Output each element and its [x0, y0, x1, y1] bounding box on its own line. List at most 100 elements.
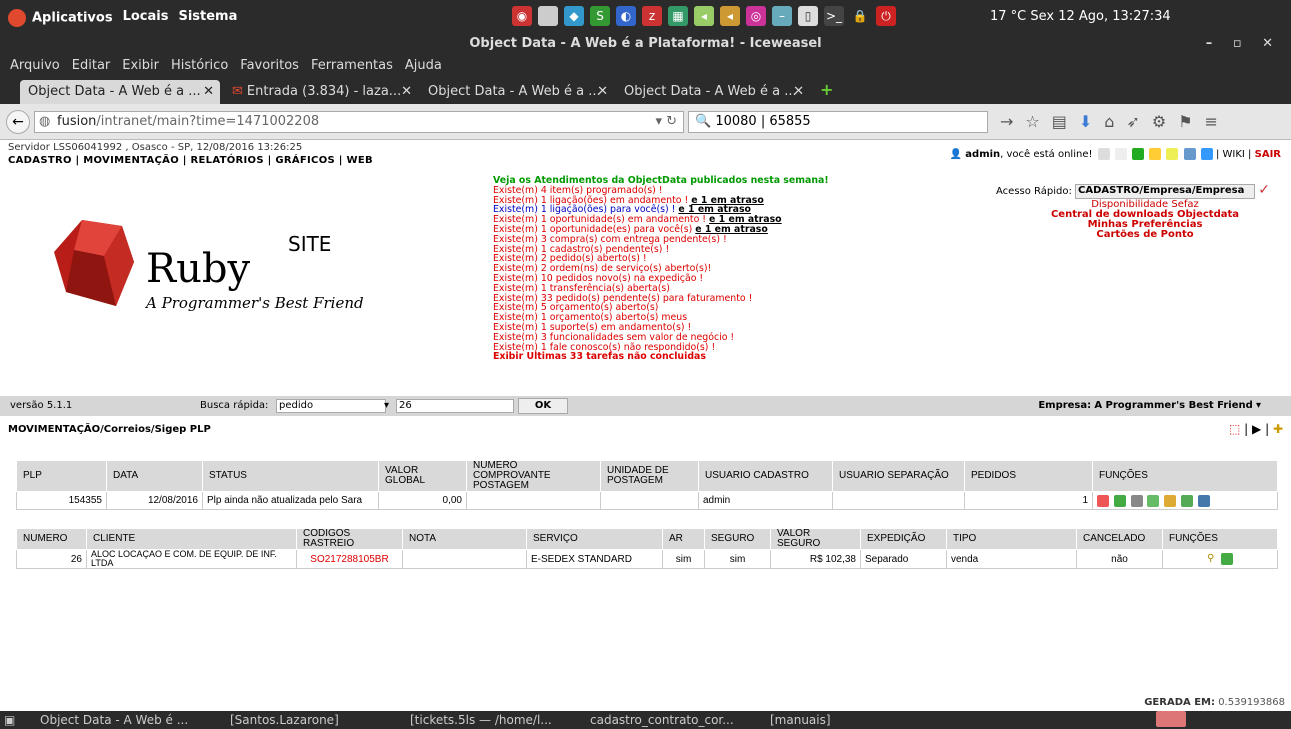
wiki-link[interactable]: | WIKI |: [1216, 149, 1251, 160]
launcher-icon[interactable]: ◂: [694, 6, 714, 26]
menu-exibir[interactable]: Exibir: [122, 58, 159, 73]
tab-object-data-1[interactable]: Object Data - A Web é a ... ✕: [20, 80, 220, 104]
table-row: 26 ALOC LOCAÇAO E COM. DE EQUIP. DE INF.…: [16, 549, 1278, 569]
last-tasks-link[interactable]: Exibir Ultimas 33 tarefas não concluidas: [493, 352, 829, 362]
bulb-icon[interactable]: [1166, 148, 1179, 160]
logout-link[interactable]: SAIR: [1255, 149, 1281, 160]
launcher-icon[interactable]: ◂: [720, 6, 740, 26]
menu-arquivo[interactable]: Arquivo: [10, 58, 60, 73]
col-expedicao: EXPEDIÇÃO: [860, 528, 947, 550]
taskbar-item-manuais[interactable]: [manuais]: [770, 711, 831, 729]
tag-icon[interactable]: [1130, 494, 1143, 507]
launcher-icon[interactable]: ▦: [668, 6, 688, 26]
menu-historico[interactable]: Histórico: [171, 58, 228, 73]
taskbar-item-browser[interactable]: Object Data - A Web é ...: [40, 711, 188, 729]
launcher-icon[interactable]: ▯: [798, 6, 818, 26]
busca-input[interactable]: 26: [396, 399, 514, 413]
reload-icon[interactable]: ▾ ↻: [655, 112, 677, 132]
send-icon[interactable]: ➶: [1126, 112, 1139, 131]
close-tab-icon[interactable]: ✕: [401, 80, 412, 104]
tab-entrada[interactable]: ✉ Entrada (3.834) - laza... ✕: [224, 80, 418, 104]
chat-icon[interactable]: [1132, 148, 1145, 160]
star-icon[interactable]: [1149, 148, 1162, 160]
browser-menubar: Arquivo Editar Exibir Histórico Favorito…: [0, 54, 1291, 76]
launcher-icon[interactable]: ◆: [564, 6, 584, 26]
user-area: 👤 admin, você está online! | WIKI | SAIR: [950, 148, 1281, 160]
menu-locais[interactable]: Locais: [123, 9, 169, 27]
cell-rastreio[interactable]: SO217288105BR: [296, 549, 403, 569]
edit-icon[interactable]: [1164, 494, 1177, 507]
new-tab-button[interactable]: +: [820, 80, 833, 99]
taskbar-item-tickets[interactable]: [tickets.5ls — /home/l...: [410, 711, 552, 729]
refresh-icon[interactable]: [1147, 494, 1160, 507]
message-icon[interactable]: [1200, 148, 1213, 160]
main-menu[interactable]: CADASTRO | MOVIMENTAÇÃO | RELATÓRIOS | G…: [8, 155, 373, 166]
link-timecards[interactable]: Cartões de Ponto: [1040, 230, 1250, 240]
confirm-check-icon[interactable]: ✓: [1258, 182, 1270, 198]
bookmark-star-icon[interactable]: ☆: [1025, 112, 1039, 131]
close-tab-icon[interactable]: ✕: [793, 80, 804, 104]
phone-icon[interactable]: [1114, 148, 1127, 160]
truck-icon[interactable]: [1221, 553, 1234, 565]
tab-label: Object Data - A Web é a ...: [624, 84, 797, 99]
close-tab-icon[interactable]: ✕: [597, 80, 608, 104]
col-plp: PLP: [16, 460, 107, 492]
globe-icon: ◍: [39, 114, 51, 129]
menu-favoritos[interactable]: Favoritos: [240, 58, 299, 73]
taskbar-item-terminal[interactable]: [Santos.Lazarone]: [230, 711, 339, 729]
launcher-icon[interactable]: z: [642, 6, 662, 26]
puzzle-icon[interactable]: ✚: [1273, 422, 1283, 436]
menu-ajuda[interactable]: Ajuda: [405, 58, 442, 73]
calendar-icon[interactable]: [1097, 148, 1110, 160]
extension-icon[interactable]: ⚑: [1178, 112, 1192, 131]
menu-editar[interactable]: Editar: [72, 58, 111, 73]
help-icon[interactable]: [1183, 148, 1196, 160]
quick-access-select[interactable]: CADASTRO/Empresa/Empresa: [1075, 183, 1256, 199]
launcher-icon[interactable]: ◐: [616, 6, 636, 26]
print-icon[interactable]: [1197, 494, 1210, 507]
menu-ferramentas[interactable]: Ferramentas: [311, 58, 393, 73]
power-icon[interactable]: ⏻: [876, 6, 896, 26]
launcher-icon[interactable]: –: [772, 6, 792, 26]
download-icon[interactable]: ⬇: [1079, 112, 1092, 131]
col-servico: SERVIÇO: [526, 528, 663, 550]
launcher-icon[interactable]: ◎: [746, 6, 766, 26]
tab-object-data-2[interactable]: Object Data - A Web é a ... ✕: [420, 80, 614, 104]
reading-list-icon[interactable]: ▤: [1052, 112, 1067, 131]
home-icon[interactable]: ⌂: [1104, 112, 1114, 131]
tag-icon[interactable]: [1113, 494, 1126, 507]
taskbar: ▣ Object Data - A Web é ... [Santos.Laza…: [0, 711, 1291, 729]
menu-sistema[interactable]: Sistema: [178, 9, 237, 27]
launcher-icon[interactable]: S: [590, 6, 610, 26]
search-input[interactable]: 🔍 10080 | 65855: [688, 111, 988, 133]
hamburger-menu-icon[interactable]: ≡: [1205, 112, 1218, 131]
addon-icon[interactable]: ⚙: [1152, 112, 1166, 131]
workspace-switcher[interactable]: [1156, 711, 1186, 727]
window-controls[interactable]: – ▫ ✕: [1206, 34, 1281, 54]
go-arrow-icon[interactable]: →: [1000, 112, 1013, 131]
panel-launchers: ◉ ◆ S ◐ z ▦ ◂ ◂ ◎ – ▯ >_ 🔒 ⏻: [512, 6, 896, 26]
chevron-down-icon[interactable]: ▾: [384, 396, 389, 416]
launcher-icon[interactable]: [538, 6, 558, 26]
col-cancelado: CANCELADO: [1076, 528, 1163, 550]
empresa-select[interactable]: Empresa: A Programmer's Best Friend ▾: [1038, 396, 1261, 416]
taskbar-item-cadastro[interactable]: cadastro_contrato_cor...: [590, 711, 734, 729]
sync-icon[interactable]: [1180, 494, 1193, 507]
close-tab-icon[interactable]: ✕: [203, 80, 214, 104]
lock-icon[interactable]: 🔒: [850, 6, 870, 26]
terminal-icon[interactable]: >_: [824, 6, 844, 26]
busca-select[interactable]: pedido: [276, 399, 386, 413]
url-bar[interactable]: ◍ fusion/intranet/main?time=1471002208 ▾…: [34, 111, 684, 133]
distro-logo-icon[interactable]: Aplicativos: [8, 9, 113, 27]
pdf-icon[interactable]: [1097, 494, 1109, 507]
ok-button[interactable]: OK: [518, 398, 568, 414]
launcher-icon[interactable]: ◉: [512, 6, 532, 26]
col-usuario-separacao: USUARIO SEPARAÇÃO: [832, 460, 965, 492]
youtube-icon[interactable]: ▶: [1252, 422, 1261, 436]
back-button[interactable]: ←: [6, 110, 30, 134]
show-desktop-icon[interactable]: ▣: [4, 711, 15, 729]
search-icon[interactable]: ⚲: [1205, 553, 1217, 565]
pdf-icon[interactable]: ⬚: [1229, 422, 1240, 436]
tab-object-data-3[interactable]: Object Data - A Web é a ... ✕: [616, 80, 810, 104]
clock[interactable]: 17 °C Sex 12 Ago, 13:27:34: [990, 9, 1171, 24]
